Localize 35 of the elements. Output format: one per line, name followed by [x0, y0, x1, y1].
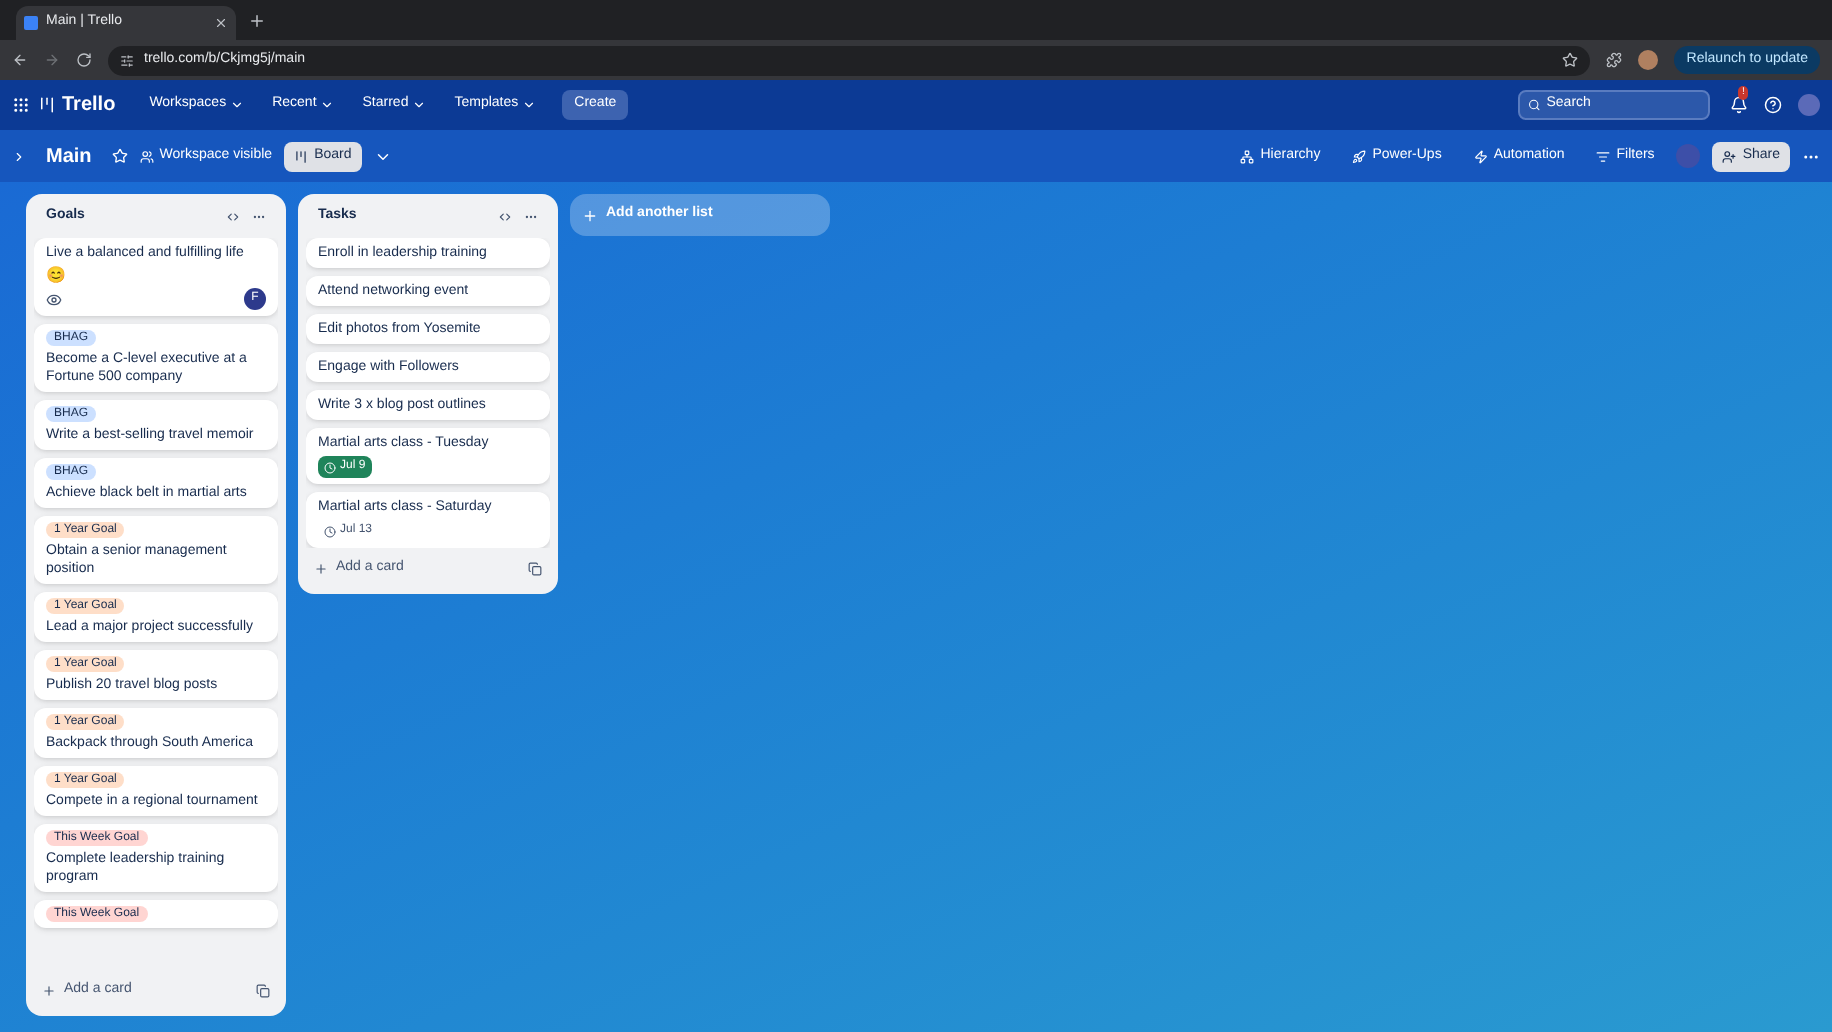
plus-icon	[314, 561, 328, 575]
board-icon	[294, 149, 309, 163]
bookmark-icon[interactable]	[1562, 52, 1579, 68]
search-icon	[1528, 98, 1541, 112]
clock-icon	[324, 525, 336, 537]
people-icon	[139, 149, 154, 163]
notification-icon[interactable]	[1730, 96, 1748, 114]
plus-icon	[582, 207, 598, 223]
site-settings-icon[interactable]	[120, 53, 134, 67]
chevron-down-icon	[412, 98, 427, 112]
help-icon[interactable]	[1764, 96, 1782, 114]
chevron-down-icon	[522, 98, 537, 112]
favicon-icon	[24, 16, 38, 30]
clock-icon	[324, 461, 336, 473]
trello-logo[interactable]: Trello	[38, 90, 116, 120]
template-icon[interactable]	[256, 983, 270, 997]
profile-avatar[interactable]	[1638, 50, 1659, 70]
reload-icon[interactable]	[76, 52, 92, 68]
collapse-icon[interactable]	[226, 209, 240, 223]
collapse-icon[interactable]	[498, 209, 512, 223]
add-person-icon	[1722, 149, 1737, 163]
extensions-icon[interactable]	[1606, 52, 1623, 68]
template-icon[interactable]	[528, 561, 542, 575]
app-switcher-icon[interactable]	[12, 96, 30, 114]
star-icon[interactable]	[111, 148, 128, 164]
chevron-down-icon	[230, 98, 245, 112]
back-icon[interactable]	[12, 52, 28, 68]
emoji: 😊	[46, 266, 68, 284]
board-title[interactable]: Main	[46, 141, 92, 171]
close-icon[interactable]	[214, 16, 228, 30]
board-icon	[38, 96, 56, 114]
plus-icon	[42, 983, 56, 997]
new-tab-icon[interactable]	[248, 12, 266, 30]
chevron-down-icon	[320, 98, 335, 112]
expand-sidebar-icon[interactable]	[12, 149, 26, 163]
